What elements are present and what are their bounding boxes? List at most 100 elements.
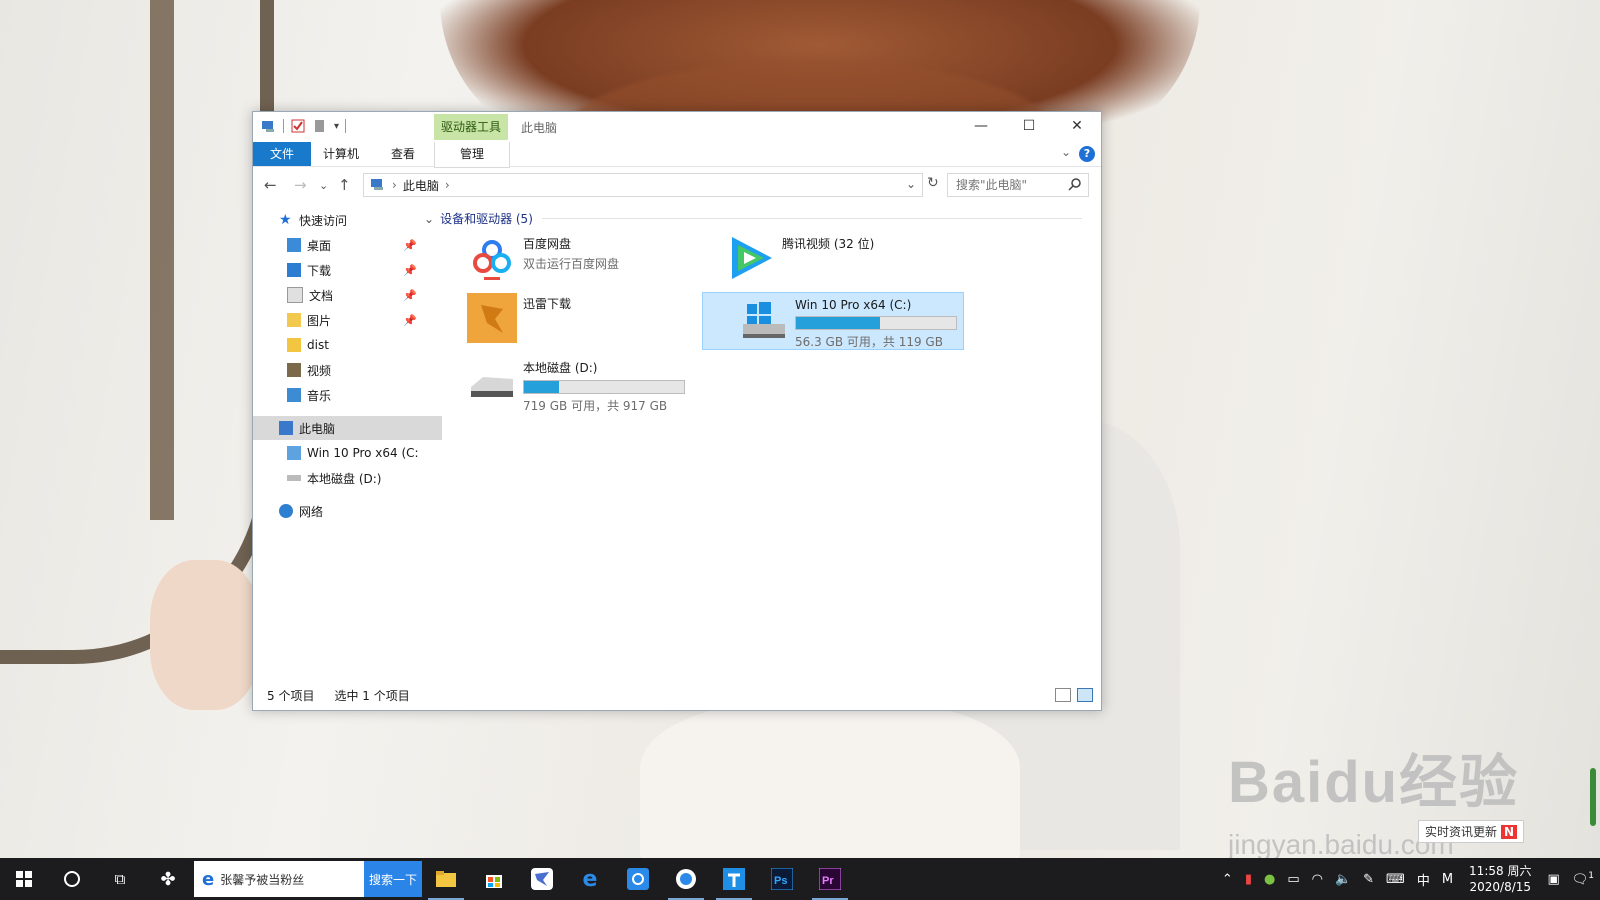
chevron-up-icon[interactable]: ⌃ [1222,872,1233,887]
wifi-icon[interactable]: ◠ [1312,872,1323,887]
pen-icon[interactable]: ✎ [1363,872,1374,887]
side-indicator [1590,768,1596,826]
action-center-icon[interactable]: 🗨1 [1572,871,1594,887]
chevron-right-icon[interactable]: › [445,178,450,192]
expand-ribbon-icon[interactable]: ⌄ [1061,145,1071,159]
taskbar-feishu[interactable] [518,858,566,900]
address-bar[interactable]: › 此电脑 › ⌄ [363,173,923,197]
taskbar-photoshop[interactable]: Ps [758,858,806,900]
start-button[interactable] [0,858,48,900]
taskbar-qq-browser[interactable] [662,858,710,900]
desktop-app-icon[interactable]: ▣ [1547,872,1559,887]
search-box[interactable] [947,173,1089,197]
properties-check-icon[interactable] [290,118,306,134]
network-icon [279,504,293,518]
cortana-button[interactable] [48,858,96,900]
search-input[interactable] [954,177,1070,193]
computer-icon[interactable] [261,118,277,134]
volume-icon[interactable]: 🔈 [1335,872,1351,887]
drive-tools-context-tab[interactable]: 驱动器工具 [434,114,508,140]
tray-app-icon[interactable]: ▮ [1245,872,1252,887]
new-folder-icon[interactable] [312,118,328,134]
tree-label: 文档 [309,288,334,303]
refresh-icon[interactable]: ↻ [927,175,939,191]
close-button[interactable]: ✕ [1053,112,1101,140]
address-dropdown-icon[interactable]: ⌄ [906,177,916,191]
folder-icon [287,338,301,352]
item-tencent-video[interactable]: 腾讯视频 (32 位) [722,230,978,286]
premiere-icon: Pr [819,868,841,890]
pinned-app-pinwheel[interactable]: ✤ [144,858,192,900]
item-xunlei[interactable]: 迅雷下载 [463,290,719,346]
maximize-icon: ☐ [1022,118,1036,134]
item-baidu-netdisk[interactable]: 百度网盘 双击运行百度网盘 [463,230,719,286]
taskbar-calculator[interactable] [614,858,662,900]
pin-icon[interactable]: 📌 [403,264,417,277]
taskbar-search-button[interactable]: 搜索一下 [364,861,422,897]
videos-folder-icon [287,363,301,377]
back-arrow-icon[interactable]: ← [264,176,277,194]
documents-folder-icon [287,287,303,303]
tree-item-quick-access[interactable]: ★ 快速访问 [253,208,442,232]
tree-label: 视频 [307,363,332,378]
clock-date: 2020/8/15 [1469,880,1532,894]
folder-icon [436,871,456,887]
up-arrow-icon[interactable]: ↑ [338,176,351,194]
group-header[interactable]: ⌄ 设备和驱动器 (5) [424,210,1082,227]
taskbar-store[interactable] [470,858,518,900]
pin-icon[interactable]: 📌 [403,314,417,327]
taskbar-app-t[interactable] [710,858,758,900]
minimize-button[interactable]: — [957,112,1005,140]
tab-view[interactable]: 查看 [391,142,415,166]
photoshop-icon: Ps [771,868,793,890]
item-space: 719 GB 可用，共 917 GB [523,399,668,413]
capacity-bar [795,316,957,330]
item-count: 5 个项目 [267,688,315,703]
ie-icon: e [202,868,215,890]
capacity-bar-fill [524,381,559,393]
details-view-icon[interactable] [1055,688,1071,702]
taskbar-search-box[interactable]: e 张馨予被当粉丝 [194,861,364,897]
battery-icon[interactable]: ▭ [1287,872,1299,887]
title-bar[interactable]: ▾ 驱动器工具 此电脑 — ☐ ✕ [253,112,1101,142]
ime-indicator[interactable]: 中 [1417,870,1430,889]
tab-file[interactable]: 文件 [253,142,311,166]
minimize-icon: — [974,118,988,134]
chevron-down-icon: ⌄ [424,211,435,226]
news-badge: N [1501,825,1518,839]
forward-arrow-icon[interactable]: → [294,176,307,194]
explorer-body: ★ 快速访问 桌面 📌 下载 📌 文档 📌 图片 📌 dist 视频 音乐 此电脑 Win… [253,202,1101,680]
tray-security-icon[interactable]: ● [1264,872,1275,887]
help-button[interactable]: ? [1079,146,1095,162]
item-d-drive[interactable]: 本地磁盘 (D:) 719 GB 可用，共 917 GB [463,354,719,413]
taskbar-file-explorer[interactable] [422,858,470,900]
tree-label: 音乐 [307,388,332,403]
item-c-drive[interactable]: Win 10 Pro x64 (C:) 56.3 GB 可用，共 119 GB [702,292,964,350]
window-title: 此电脑 [521,121,558,135]
ime-mode[interactable]: M [1442,872,1453,887]
pin-icon[interactable]: 📌 [403,239,417,252]
capacity-bar [523,380,685,394]
tab-computer[interactable]: 计算机 [323,142,359,166]
task-view-button[interactable]: ⧉ [96,858,144,900]
recent-locations-icon[interactable]: ⌄ [319,179,328,192]
taskbar-edge[interactable]: e [566,858,614,900]
address-path[interactable]: 此电脑 [403,177,439,194]
store-bag-icon [486,875,502,888]
taskbar-search-text: 张馨予被当粉丝 [220,872,305,887]
group-label: 设备和驱动器 (5) [440,212,533,226]
pin-icon[interactable]: 📌 [403,289,417,302]
large-icons-view-icon[interactable] [1077,688,1093,702]
tab-manage[interactable]: 管理 [434,142,510,168]
keyboard-icon[interactable]: ⌨ [1386,872,1405,887]
notification-count: 1 [1588,870,1594,881]
tree-item-this-pc[interactable]: 此电脑 [253,416,442,440]
clock[interactable]: 11:58 周六 2020/8/15 [1469,863,1531,895]
tree-item-network[interactable]: 网络 [253,499,442,523]
tree-label: 桌面 [307,238,332,253]
maximize-button[interactable]: ☐ [1005,112,1053,140]
chevron-right-icon[interactable]: › [392,178,397,192]
news-widget[interactable]: 实时资讯更新 N [1418,820,1525,843]
taskbar-premiere[interactable]: Pr [806,858,854,900]
customize-dropdown-icon[interactable]: ▾ [334,121,339,132]
